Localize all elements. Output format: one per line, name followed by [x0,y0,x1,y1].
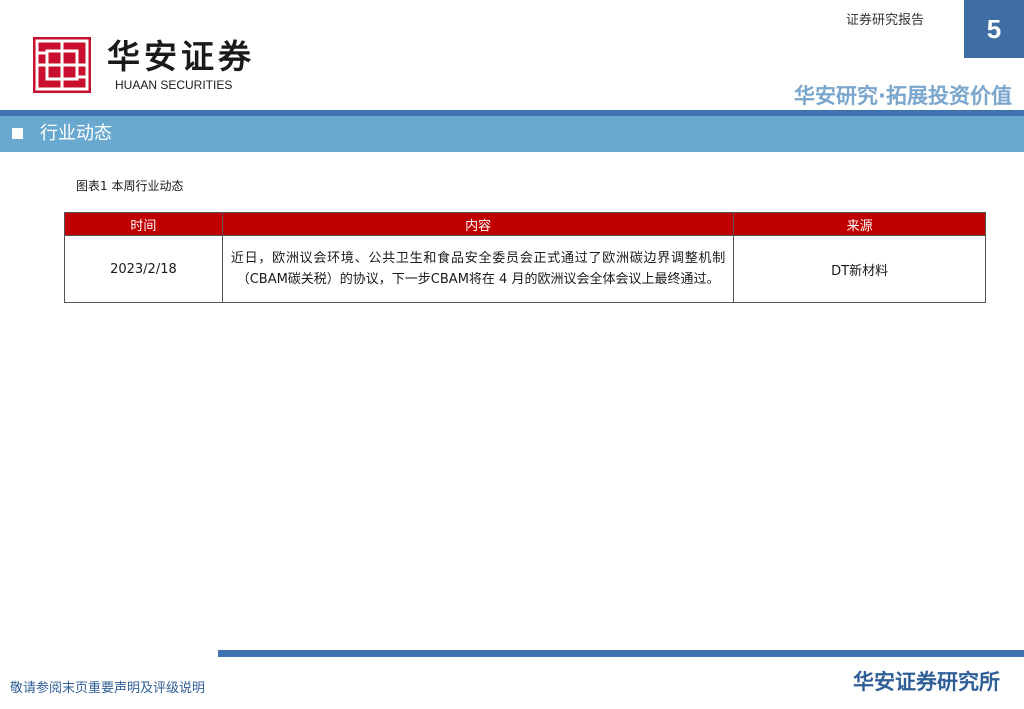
section-title: 行业动态 [40,123,112,144]
brand-name-cn: 华安证券 [107,37,255,76]
header-slogan: 华安研究·拓展投资价值 [794,84,1012,108]
huaan-logo-icon [33,37,91,93]
column-header-time: 时间 [64,212,223,236]
industry-news-table: 时间 内容 来源 2023/2/18 近日，欧洲议会环境、公共卫生和食品安全委员… [64,212,986,303]
table-row: 2023/2/18 近日，欧洲议会环境、公共卫生和食品安全委员会正式通过了欧洲碳… [64,235,986,303]
column-header-content: 内容 [221,212,735,236]
figure-caption: 图表1 本周行业动态 [76,179,184,193]
footer-divider [218,650,1024,657]
page-number-badge: 5 [964,0,1024,58]
news-source: DT新材料 [733,235,986,303]
table-header-row: 时间 内容 来源 [64,212,986,236]
section-header-bar [0,116,1024,152]
square-bullet-icon [12,128,23,139]
institute-name: 华安证券研究所 [853,670,1000,694]
report-type-label: 证券研究报告 [846,13,925,28]
news-content: 近日，欧洲议会环境、公共卫生和食品安全委员会正式通过了欧洲碳边界调整机制（CBA… [221,235,735,303]
brand-name-en: HUAAN SECURITIES [115,78,233,92]
disclaimer-link[interactable]: 敬请参阅末页重要声明及评级说明 [10,680,205,698]
news-date: 2023/2/18 [64,235,223,303]
column-header-source: 来源 [733,212,986,236]
